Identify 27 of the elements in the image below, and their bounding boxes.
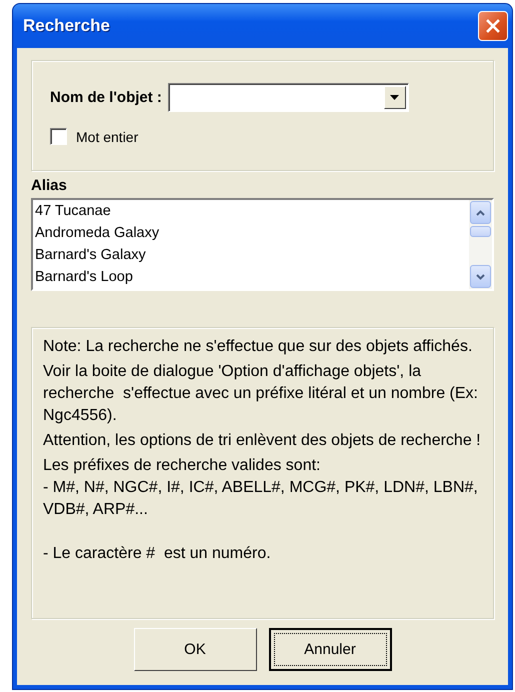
note-text: Voir la boite de dialogue 'Option d'affichage objets', la recherche s'effectue avec un préfixe litéral et un nombre (Ex: Ngc4556). [43, 362, 479, 426]
scrollbar[interactable] [469, 200, 492, 289]
checkbox[interactable] [50, 128, 67, 145]
dialog-button[interactable]: OK [134, 628, 256, 671]
alias-label: Alias [31, 177, 68, 194]
object-name-label: Nom de l'objet : [50, 89, 162, 106]
checkbox-label: Mot entier [76, 128, 138, 144]
note-text: Note: La recherche ne s'effectue que sur des objets affichés. [43, 337, 474, 357]
chevron-up-icon [476, 210, 485, 216]
list-item[interactable]: Barnard's Galaxy [35, 244, 469, 266]
object-name-combobox[interactable] [168, 83, 409, 112]
scroll-down-button[interactable] [470, 265, 491, 288]
alias-listbox[interactable]: 47 Tucanae Andromeda Galaxy Barnard's Galaxy Barnard's Loop [31, 198, 494, 291]
list-item[interactable]: Barnard's Loop [35, 266, 469, 288]
list-item[interactable]: Andromeda Galaxy [35, 222, 469, 244]
chevron-down-icon [476, 274, 485, 280]
scroll-thumb[interactable] [470, 226, 491, 237]
dialog-button[interactable]: Annuler [268, 628, 392, 671]
close-icon [485, 18, 501, 34]
close-button[interactable] [478, 11, 508, 41]
caret-icon [390, 95, 400, 100]
list-item[interactable]: 47 Tucanae [35, 200, 469, 222]
note-text: Attention, les options de tri enlèvent des objets de recherche ! [43, 431, 482, 451]
note-text: Les préfixes de recherche valides sont: - M#, N#, NGC#, I#, IC#, ABELL#, MCG#, PK#, LDN#, LBN#, VDB#, ARP#... - Le caractère # est un numéro. [43, 456, 479, 564]
scroll-up-button[interactable] [470, 201, 491, 224]
window-title: Recherche [23, 16, 110, 36]
dropdown-button[interactable] [384, 86, 406, 109]
